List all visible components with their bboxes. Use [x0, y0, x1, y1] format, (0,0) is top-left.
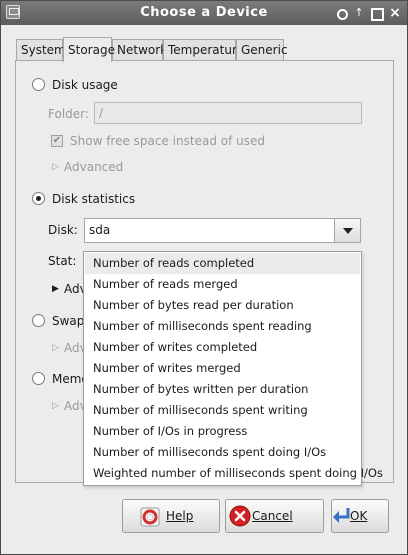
maximize-icon[interactable]: [369, 6, 384, 21]
stat-option-reads-completed[interactable]: Number of reads completed: [85, 253, 360, 274]
tab-temperature[interactable]: Temperature: [163, 39, 244, 61]
show-free-space-checkbox[interactable]: ✔: [51, 135, 63, 147]
stat-option-weighted-ms-ios[interactable]: Weighted number of milliseconds spent do…: [85, 463, 383, 484]
stat-option-writes-completed[interactable]: Number of writes completed: [85, 337, 360, 358]
help-lifebuoy-icon: [140, 507, 160, 530]
swap-label[interactable]: Swap: [52, 314, 84, 328]
stat-option-writes-merged[interactable]: Number of writes merged: [85, 358, 360, 379]
expander-arrow-icon[interactable]: ▷: [52, 401, 59, 411]
stat-option-ios-in-progress[interactable]: Number of I/Os in progress: [85, 421, 360, 442]
stat-label: Stat:: [48, 254, 77, 268]
disk-usage-advanced-expander[interactable]: Advanced: [64, 160, 123, 174]
disk-statistics-label[interactable]: Disk statistics: [52, 192, 135, 206]
stick-window-icon[interactable]: [334, 6, 348, 20]
ok-button[interactable]: OK: [331, 499, 389, 533]
tab-generic[interactable]: Generic: [236, 39, 288, 61]
stat-option-ms-doing-ios[interactable]: Number of milliseconds spent doing I/Os: [85, 442, 360, 463]
ok-button-label: OK: [350, 509, 368, 523]
expander-arrow-icon[interactable]: ▷: [52, 343, 59, 353]
stat-option-bytes-read[interactable]: Number of bytes read per duration: [85, 295, 360, 316]
help-button[interactable]: Help: [122, 499, 220, 533]
folder-label: Folder:: [48, 107, 89, 121]
choose-device-dialog: Choose a Device ↑ × System Storage Netwo…: [0, 0, 408, 555]
ok-arrow-icon: [330, 505, 352, 530]
title-bar[interactable]: Choose a Device ↑ ×: [1, 1, 407, 25]
show-free-space-label[interactable]: Show free space instead of used: [70, 134, 265, 148]
memory-radio[interactable]: [32, 372, 45, 385]
stat-option-ms-reading[interactable]: Number of milliseconds spent reading: [85, 316, 360, 337]
cancel-button-label: Cancel: [252, 509, 293, 523]
expander-arrow-icon[interactable]: ▷: [52, 162, 59, 172]
help-button-label: Help: [166, 509, 194, 523]
stat-option-ms-writing[interactable]: Number of milliseconds spent writing: [85, 400, 360, 421]
stat-option-reads-merged[interactable]: Number of reads merged: [85, 274, 360, 295]
cancel-button[interactable]: Cancel: [225, 499, 324, 533]
tab-storage[interactable]: Storage: [63, 37, 115, 62]
disk-statistics-radio[interactable]: [32, 192, 45, 205]
close-icon[interactable]: ×: [388, 6, 402, 20]
cancel-icon: [229, 505, 251, 530]
tab-system[interactable]: System: [16, 39, 66, 61]
stat-dropdown-list: Number of reads completed Number of read…: [83, 251, 383, 486]
swap-radio[interactable]: [32, 314, 45, 327]
disk-usage-label[interactable]: Disk usage: [52, 78, 118, 92]
disk-usage-radio[interactable]: [32, 78, 45, 91]
disk-label: Disk:: [48, 223, 78, 237]
expander-arrow-icon[interactable]: ▶: [52, 284, 59, 294]
folder-input[interactable]: /: [94, 102, 362, 124]
tab-network[interactable]: Network: [112, 39, 167, 61]
disk-dropdown-button[interactable]: [334, 218, 361, 243]
stat-option-bytes-written[interactable]: Number of bytes written per duration: [85, 379, 360, 400]
keep-above-icon[interactable]: ↑: [352, 6, 366, 20]
disk-combo-entry[interactable]: sda: [84, 218, 335, 243]
